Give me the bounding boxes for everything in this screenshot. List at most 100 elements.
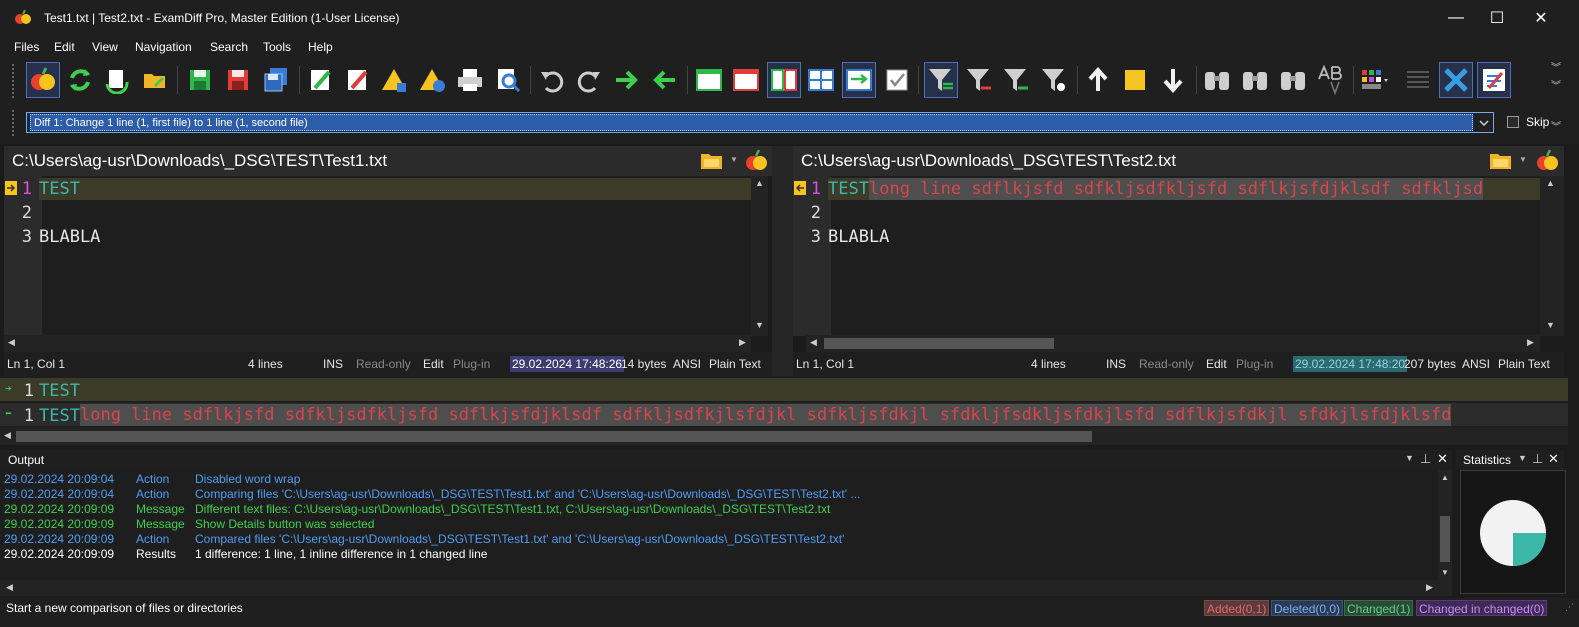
filter-custom-icon[interactable] [1037, 62, 1071, 98]
right-horizontal-scrollbar[interactable]: ◀ ▶ [806, 335, 1540, 352]
left-vertical-scrollbar[interactable]: ▲ ▼ [751, 176, 768, 336]
current-diff-icon[interactable] [1118, 62, 1152, 98]
menu-help[interactable]: Help [308, 40, 333, 54]
right-file-type[interactable]: Plain Text [1498, 357, 1550, 371]
warning-network-icon[interactable] [416, 62, 450, 98]
skip-overflow-chevron-icon[interactable]: ︾ [1551, 118, 1561, 133]
right-vertical-scrollbar[interactable]: ▲ ▼ [1540, 176, 1564, 336]
left-folder-dropdown-icon[interactable]: ▼ [730, 155, 738, 164]
left-encoding[interactable]: ANSI [673, 357, 701, 371]
color-scheme-icon[interactable] [1358, 62, 1392, 98]
filter-deleted-icon[interactable] [962, 62, 996, 98]
print-icon[interactable] [453, 62, 487, 98]
options-icon[interactable] [1477, 62, 1511, 98]
pane-splitter[interactable] [772, 146, 793, 376]
output-horizontal-scrollbar[interactable]: ◀ ▶ [0, 580, 1452, 596]
next-diff-icon[interactable] [1156, 62, 1190, 98]
right-open-folder-icon[interactable] [1489, 149, 1513, 171]
edit-right-icon[interactable] [341, 62, 375, 98]
plugin-tools-icon[interactable] [1439, 62, 1473, 98]
line-numbers-icon[interactable] [1401, 62, 1435, 98]
detail-horizontal-scrollbar[interactable]: ◀ [0, 428, 1568, 445]
menu-tools[interactable]: Tools [263, 40, 291, 54]
output-close-icon[interactable]: ✕ [1437, 451, 1448, 467]
undo-icon[interactable] [535, 62, 569, 98]
right-readonly[interactable]: Read-only [1139, 357, 1194, 371]
left-file-type[interactable]: Plain Text [709, 357, 761, 371]
right-edit-mode[interactable]: Edit [1206, 357, 1227, 371]
left-open-folder-icon[interactable] [700, 149, 724, 171]
case-sensitive-icon[interactable] [1313, 62, 1347, 98]
scroll-left-icon[interactable]: ◀ [6, 582, 13, 593]
sync-panes-icon[interactable] [842, 62, 876, 98]
filter-all-icon[interactable] [924, 62, 958, 98]
chevron-down-icon[interactable] [1474, 113, 1493, 132]
scroll-right-icon[interactable]: ▶ [739, 337, 746, 348]
menu-search[interactable]: Search [210, 40, 248, 54]
print-preview-icon[interactable] [491, 62, 525, 98]
scroll-left-icon[interactable]: ◀ [4, 430, 11, 441]
left-editor[interactable]: 1 TEST 2 3 BLABLA [4, 176, 752, 336]
output-vertical-scrollbar[interactable]: ▲ ▼ [1438, 470, 1452, 580]
find-next-icon[interactable] [1238, 62, 1272, 98]
right-ins-mode[interactable]: INS [1106, 357, 1126, 371]
refresh-icon[interactable] [63, 62, 97, 98]
menu-view[interactable]: View [92, 40, 118, 54]
right-compare-icon[interactable] [1535, 149, 1561, 173]
close-button[interactable]: ✕ [1518, 0, 1564, 36]
filter-added-icon[interactable] [999, 62, 1033, 98]
menu-edit[interactable]: Edit [54, 40, 75, 54]
left-readonly[interactable]: Read-only [356, 357, 411, 371]
output-pin-icon[interactable]: ⊥ [1420, 451, 1431, 467]
scroll-up-icon[interactable]: ▲ [1546, 178, 1555, 188]
menu-navigation[interactable]: Navigation [135, 40, 192, 54]
redo-icon[interactable] [572, 62, 606, 98]
left-ins-mode[interactable]: INS [323, 357, 343, 371]
scroll-right-icon[interactable]: ▶ [1527, 337, 1534, 348]
left-compare-icon[interactable] [744, 149, 770, 173]
skip-checkbox[interactable] [1507, 116, 1519, 128]
statistics-close-icon[interactable]: ✕ [1548, 451, 1559, 467]
checkbox-options-icon[interactable] [880, 62, 914, 98]
over-under-icon[interactable] [804, 62, 838, 98]
scroll-down-icon[interactable]: ▼ [1546, 320, 1555, 330]
left-horizontal-scrollbar[interactable]: ◀ ▶ [4, 335, 751, 352]
right-editor[interactable]: 1 TEST long line sdflkjsfd sdfkljsdfkljs… [793, 176, 1540, 336]
scroll-down-icon[interactable]: ▼ [1441, 568, 1449, 577]
left-edit-mode[interactable]: Edit [423, 357, 444, 371]
scroll-right-icon[interactable]: ▶ [1426, 582, 1433, 593]
output-vscroll-thumb[interactable] [1440, 516, 1450, 562]
side-by-side-icon[interactable] [767, 62, 801, 98]
right-hscroll-thumb[interactable] [824, 338, 1054, 349]
find-icon[interactable] [1200, 62, 1234, 98]
toolbar-overflow-chevron-2-icon[interactable]: ︾ [1551, 82, 1561, 92]
open-folder-icon[interactable] [138, 62, 172, 98]
statistics-pin-icon[interactable]: ⊥ [1532, 451, 1543, 467]
right-encoding[interactable]: ANSI [1462, 357, 1490, 371]
detail-pane[interactable]: ➔ 1 TEST ⬅ 1 TEST long line sdflkjsfd sd… [0, 376, 1568, 428]
copy-to-right-icon[interactable] [610, 62, 644, 98]
new-comparison-icon[interactable] [26, 62, 60, 98]
diff-dropdown[interactable]: Diff 1: Change 1 line (1, first file) to… [26, 112, 1494, 133]
scroll-up-icon[interactable]: ▲ [1441, 473, 1449, 482]
warning-icon[interactable] [378, 62, 412, 98]
output-list[interactable]: 29.02.2024 20:09:04 Action Disabled word w… [0, 470, 1452, 580]
menu-files[interactable]: Files [14, 40, 39, 54]
minimize-button[interactable]: — [1433, 0, 1479, 36]
edit-left-icon[interactable] [304, 62, 338, 98]
save-left-icon[interactable] [183, 62, 217, 98]
statistics-menu-icon[interactable]: ▼ [1518, 453, 1527, 463]
copy-to-left-icon[interactable] [647, 62, 681, 98]
output-menu-icon[interactable]: ▼ [1405, 453, 1414, 463]
scroll-up-icon[interactable]: ▲ [755, 178, 764, 188]
save-right-icon[interactable] [221, 62, 255, 98]
previous-diff-icon[interactable] [1081, 62, 1115, 98]
scroll-left-icon[interactable]: ◀ [8, 337, 15, 348]
save-all-icon[interactable] [259, 62, 293, 98]
show-right-pane-icon[interactable] [729, 62, 763, 98]
detail-hscroll-thumb[interactable] [16, 431, 1092, 442]
maximize-button[interactable]: ☐ [1474, 0, 1520, 36]
scroll-down-icon[interactable]: ▼ [755, 320, 764, 330]
right-folder-dropdown-icon[interactable]: ▼ [1519, 155, 1527, 164]
swap-files-icon[interactable] [100, 62, 134, 98]
